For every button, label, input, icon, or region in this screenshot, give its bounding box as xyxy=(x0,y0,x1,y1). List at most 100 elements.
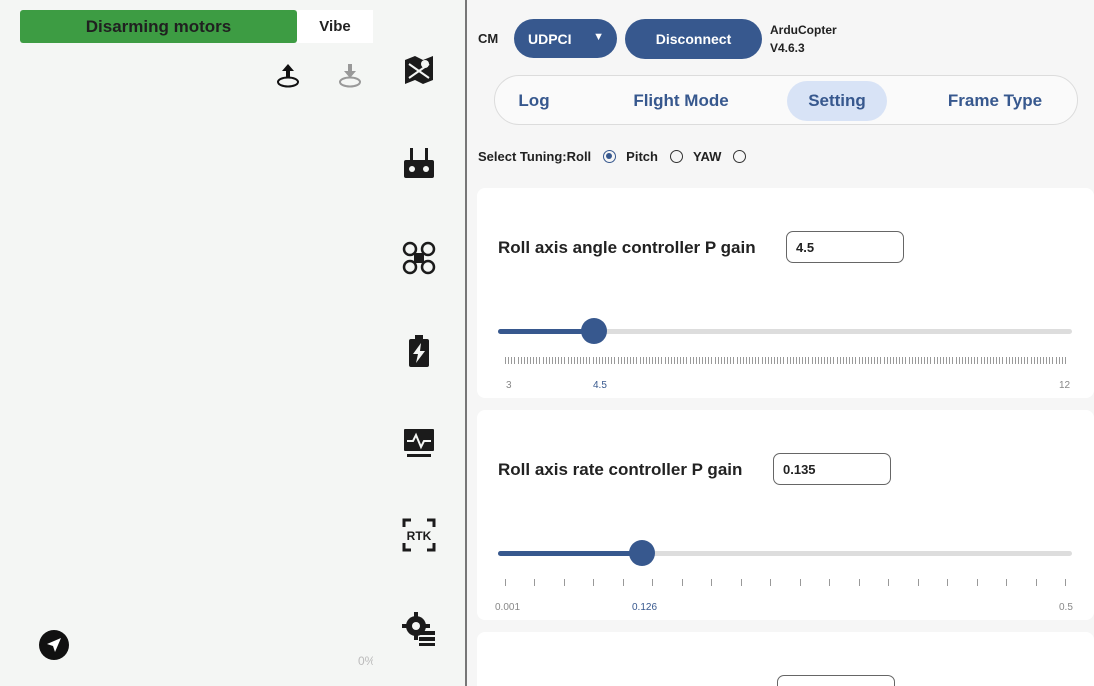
tab-frame-type[interactable]: Frame Type xyxy=(925,81,1065,121)
slider-tick xyxy=(976,579,978,586)
slider-tick xyxy=(896,357,898,364)
slider-tick xyxy=(1005,357,1007,364)
slider-tick xyxy=(627,357,628,364)
slider-tick xyxy=(508,357,510,364)
slider-ticks xyxy=(505,579,1066,589)
slider-tick xyxy=(583,357,585,364)
monitor-icon[interactable] xyxy=(401,424,437,460)
slider-tick xyxy=(745,357,747,364)
slider-tick xyxy=(593,579,595,586)
slider-tick xyxy=(770,357,772,364)
param-card-next xyxy=(477,632,1094,686)
upload-mission-icon[interactable] xyxy=(272,60,304,92)
slider-tick xyxy=(542,357,544,364)
slider-tick xyxy=(808,357,810,364)
slider-tick xyxy=(927,357,929,364)
slider-tick xyxy=(639,357,641,364)
param-value-input[interactable] xyxy=(777,675,895,686)
param-value-input[interactable]: 0.135 xyxy=(773,453,891,485)
slider-tick xyxy=(827,357,829,364)
map-icon[interactable] xyxy=(401,52,437,88)
slider-tick xyxy=(805,357,807,364)
send-icon[interactable] xyxy=(38,629,70,661)
slider-tick xyxy=(733,357,735,364)
slider-tick xyxy=(580,357,582,364)
connection-select[interactable]: UDPCI ▼ xyxy=(514,19,617,58)
slider-tick xyxy=(526,357,528,364)
slider-thumb[interactable] xyxy=(580,318,607,344)
slider-tick xyxy=(799,357,801,364)
tuning-radio-yaw[interactable] xyxy=(733,150,747,163)
slider-tick xyxy=(777,357,779,364)
slider-tick xyxy=(567,357,569,364)
slider-tick xyxy=(555,357,557,364)
slider-tick xyxy=(561,357,563,364)
param-slider[interactable] xyxy=(498,540,1072,566)
slider-tick xyxy=(1033,357,1035,364)
tab-log[interactable]: Log xyxy=(501,81,567,121)
slider-tick xyxy=(1065,357,1066,364)
slider-tick xyxy=(774,357,776,364)
slider-tick xyxy=(711,579,713,586)
slider-tick xyxy=(802,357,804,364)
slider-tick xyxy=(558,357,560,364)
slider-tick xyxy=(636,357,638,364)
tuning-radio-pitch[interactable] xyxy=(669,150,683,163)
slider-tick xyxy=(888,579,890,586)
slider-tick xyxy=(689,357,691,364)
slider-tick xyxy=(586,357,588,364)
drone-frame-icon[interactable] xyxy=(401,240,437,276)
settings-icon[interactable] xyxy=(401,611,437,647)
param-value-input[interactable]: 4.5 xyxy=(786,231,904,263)
slider-tick xyxy=(752,357,754,364)
slider-tick xyxy=(939,357,941,364)
slider-tick xyxy=(770,579,772,586)
slider-tick xyxy=(758,357,760,364)
remote-controller-icon[interactable] xyxy=(401,146,437,182)
slider-tick xyxy=(899,357,901,364)
arming-status-banner[interactable]: Disarming motors xyxy=(20,10,297,43)
slider-thumb[interactable] xyxy=(628,540,655,566)
slider-tick xyxy=(1049,357,1051,364)
tab-flight-mode[interactable]: Flight Mode xyxy=(613,81,749,121)
tuning-radio-roll[interactable] xyxy=(603,150,617,163)
slider-tick xyxy=(1035,579,1037,586)
slider-tick xyxy=(942,357,944,364)
slider-tick xyxy=(852,357,854,364)
slider-tick xyxy=(814,357,816,364)
slider-tick xyxy=(1014,357,1016,364)
vibe-button[interactable]: Vibe xyxy=(297,10,373,43)
slider-tick xyxy=(1024,357,1026,364)
slider-tick xyxy=(1027,357,1029,364)
slider-tick xyxy=(842,357,844,364)
battery-icon[interactable] xyxy=(401,333,437,369)
slider-tick xyxy=(530,357,532,364)
slider-tick xyxy=(505,357,506,364)
slider-tick xyxy=(846,357,847,364)
disconnect-button[interactable]: Disconnect xyxy=(625,19,762,59)
download-mission-icon[interactable] xyxy=(334,60,366,92)
tuning-option-pitch-label: Pitch xyxy=(626,149,658,164)
slider-tick xyxy=(933,357,935,364)
slider-tick xyxy=(999,357,1001,364)
slider-tick xyxy=(830,357,832,364)
slider-tick xyxy=(720,357,722,364)
slider-tick xyxy=(1011,357,1013,364)
slider-tick xyxy=(677,357,679,364)
slider-tick xyxy=(958,357,960,364)
slider-tick xyxy=(880,357,882,364)
slider-tick xyxy=(833,357,835,364)
slider-ticks xyxy=(505,357,1066,367)
tab-setting[interactable]: Setting xyxy=(787,81,887,121)
slider-tick xyxy=(974,357,976,364)
slider-tick xyxy=(820,357,822,364)
slider-tick xyxy=(947,579,949,586)
param-slider[interactable] xyxy=(498,318,1072,344)
connection-select-value: UDPCI xyxy=(528,30,572,47)
slider-tick xyxy=(755,357,757,364)
slider-tick xyxy=(1018,357,1020,364)
slider-tick xyxy=(795,357,797,364)
rtk-icon[interactable]: RTK xyxy=(401,517,437,553)
slider-tick xyxy=(1008,357,1010,364)
slider-tick xyxy=(930,357,932,364)
